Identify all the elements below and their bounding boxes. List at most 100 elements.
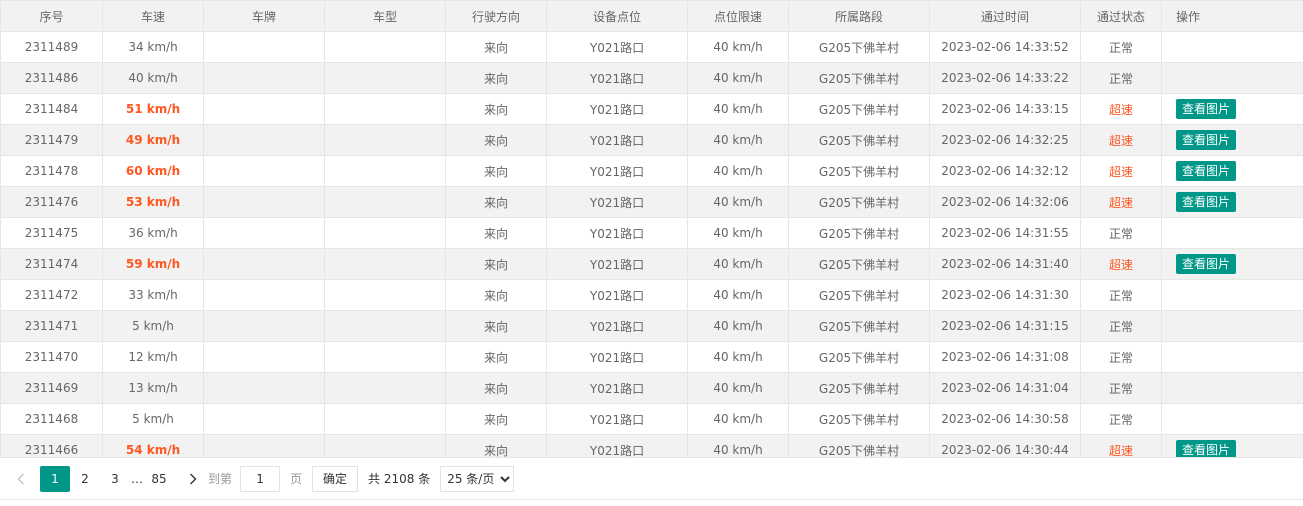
cell-action [1161,62,1303,94]
col-header-time: 通过时间 [929,0,1081,32]
table-row: 2311468 5 km/h 来向 Y021路口 40 km/h G205下佛羊村 2023… [0,403,1303,435]
col-header-action: 操作 [1161,0,1303,32]
cell-speed-limit: 40 km/h [687,341,789,373]
jump-page-input[interactable] [240,465,281,492]
cell-id: 2311489 [0,31,103,63]
cell-road: G205下佛羊村 [788,279,930,311]
cell-speed-limit: 40 km/h [687,155,789,187]
view-image-button[interactable]: 查看图片 [1176,254,1237,274]
cell-time: 2023-02-06 14:33:15 [929,93,1081,125]
cell-action [1161,341,1303,373]
cell-speed: 40 km/h [102,62,204,94]
cell-direction: 来向 [445,62,547,94]
cell-status: 超速 [1080,248,1162,280]
view-image-button[interactable]: 查看图片 [1176,130,1237,150]
cell-speed: 59 km/h [102,248,204,280]
cell-device: Y021路口 [546,186,688,218]
cell-speed-limit: 40 km/h [687,279,789,311]
prev-page-button[interactable] [10,466,32,492]
cell-status: 正常 [1080,31,1162,63]
cell-road: G205下佛羊村 [788,62,930,94]
cell-id: 2311479 [0,124,103,156]
cell-direction: 来向 [445,372,547,404]
jump-confirm-button[interactable]: 确定 [312,465,359,492]
cell-status: 正常 [1080,279,1162,311]
col-header-road: 所属路段 [788,0,930,32]
table-row: 2311466 54 km/h 来向 Y021路口 40 km/h G205下佛羊村 202… [0,434,1303,457]
cell-plate [203,124,325,156]
page-2-button[interactable]: 2 [70,466,100,492]
cell-time: 2023-02-06 14:32:06 [929,186,1081,218]
cell-road: G205下佛羊村 [788,186,930,218]
cell-plate [203,248,325,280]
cell-speed-limit: 40 km/h [687,217,789,249]
table-row: 2311470 12 km/h 来向 Y021路口 40 km/h G205下佛羊村 202… [0,341,1303,373]
cell-speed-limit: 40 km/h [687,62,789,94]
view-image-button[interactable]: 查看图片 [1176,161,1237,181]
cell-speed-limit: 40 km/h [687,403,789,435]
cell-plate [203,155,325,187]
cell-status: 超速 [1080,124,1162,156]
cell-plate [203,341,325,373]
cell-vehicle-type [324,372,446,404]
col-header-status: 通过状态 [1080,0,1162,32]
table-row: 2311471 5 km/h 来向 Y021路口 40 km/h G205下佛羊村 2023… [0,310,1303,342]
cell-device: Y021路口 [546,31,688,63]
cell-status: 正常 [1080,62,1162,94]
cell-vehicle-type [324,93,446,125]
page-3-button[interactable]: 3 [100,466,130,492]
cell-speed-limit: 40 km/h [687,186,789,218]
cell-speed-limit: 40 km/h [687,434,789,457]
view-image-button[interactable]: 查看图片 [1176,99,1237,119]
cell-direction: 来向 [445,310,547,342]
jump-to-label: 到第 [208,472,233,486]
table-row: 2311475 36 km/h 来向 Y021路口 40 km/h G205下佛羊村 202… [0,217,1303,249]
cell-id: 2311466 [0,434,103,457]
cell-status: 正常 [1080,310,1162,342]
cell-id: 2311484 [0,93,103,125]
table-row: 2311469 13 km/h 来向 Y021路口 40 km/h G205下佛羊村 202… [0,372,1303,404]
page-size-select[interactable]: 25 条/页 [440,465,515,492]
cell-action: 查看图片 [1161,434,1303,457]
last-page-button[interactable]: 85 [144,466,174,492]
cell-speed: 60 km/h [102,155,204,187]
cell-device: Y021路口 [546,434,688,457]
cell-road: G205下佛羊村 [788,217,930,249]
table-row: 2311479 49 km/h 来向 Y021路口 40 km/h G205下佛羊村 202… [0,124,1303,156]
cell-action: 查看图片 [1161,186,1303,218]
cell-action [1161,310,1303,342]
cell-vehicle-type [324,31,446,63]
table-header-row: 序号 车速 车牌 车型 行驶方向 设备点位 点位限速 所属路段 通过时间 通过状… [0,0,1303,32]
cell-id: 2311476 [0,186,103,218]
next-page-button[interactable] [182,466,204,492]
cell-speed-limit: 40 km/h [687,310,789,342]
view-image-button[interactable]: 查看图片 [1176,440,1237,457]
cell-direction: 来向 [445,403,547,435]
cell-plate [203,310,325,342]
col-header-plate: 车牌 [203,0,325,32]
view-image-button[interactable]: 查看图片 [1176,192,1237,212]
table-body: 2311489 34 km/h 来向 Y021路口 40 km/h G205下佛羊村 202… [0,31,1303,457]
cell-status: 超速 [1080,93,1162,125]
cell-status: 超速 [1080,434,1162,457]
col-header-vehicle-type: 车型 [324,0,446,32]
cell-id: 2311468 [0,403,103,435]
cell-road: G205下佛羊村 [788,93,930,125]
cell-road: G205下佛羊村 [788,124,930,156]
cell-speed: 12 km/h [102,341,204,373]
cell-id: 2311474 [0,248,103,280]
cell-id: 2311469 [0,372,103,404]
page-1-button[interactable]: 1 [40,465,70,492]
records-table-container: 序号 车速 车牌 车型 行驶方向 设备点位 点位限速 所属路段 通过时间 通过状… [0,0,1303,457]
cell-time: 2023-02-06 14:31:15 [929,310,1081,342]
cell-speed-limit: 40 km/h [687,248,789,280]
cell-id: 2311486 [0,62,103,94]
cell-speed: 53 km/h [102,186,204,218]
cell-id: 2311472 [0,279,103,311]
cell-road: G205下佛羊村 [788,403,930,435]
table-row: 2311478 60 km/h 来向 Y021路口 40 km/h G205下佛羊村 202… [0,155,1303,187]
cell-time: 2023-02-06 14:31:30 [929,279,1081,311]
table-row: 2311484 51 km/h 来向 Y021路口 40 km/h G205下佛羊村 202… [0,93,1303,125]
cell-speed-limit: 40 km/h [687,124,789,156]
cell-device: Y021路口 [546,279,688,311]
